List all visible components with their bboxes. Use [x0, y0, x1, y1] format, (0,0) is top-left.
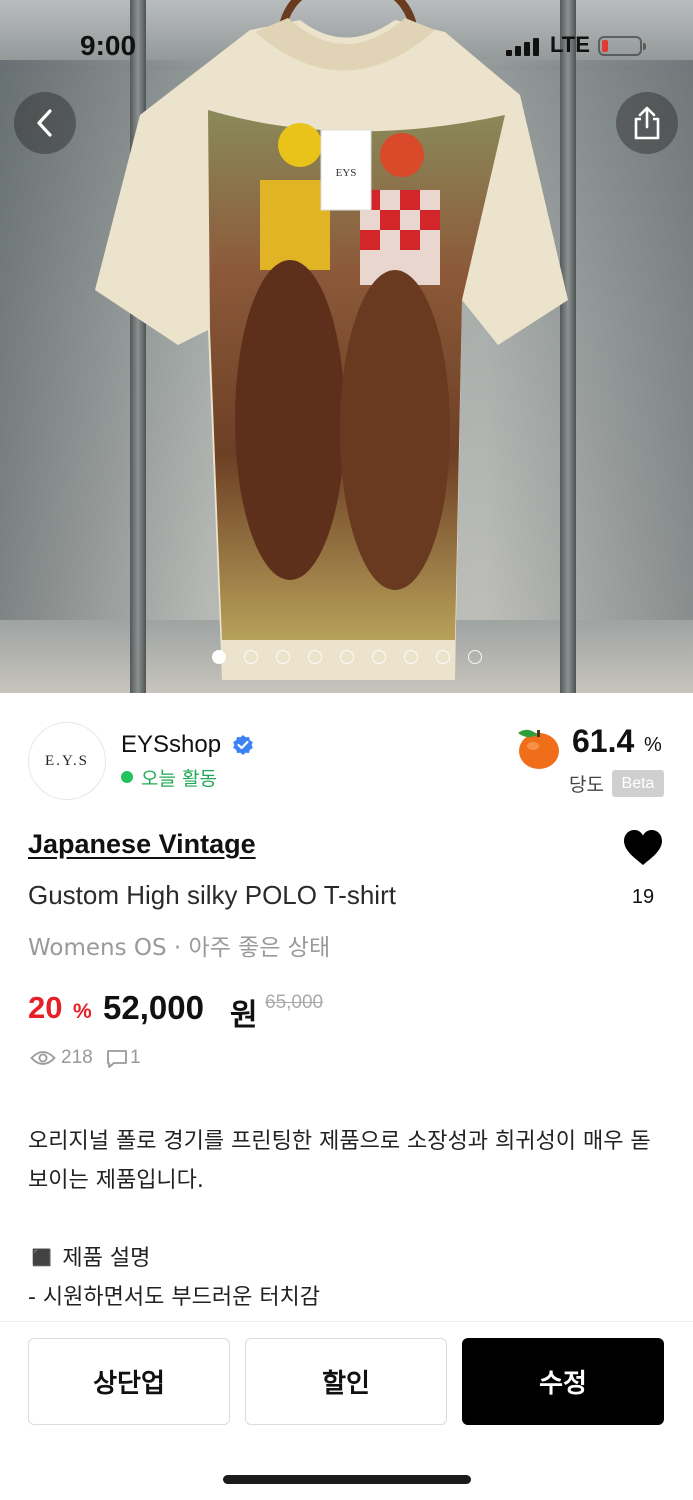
comment-count: 1 [130, 1047, 141, 1068]
sweetness-score: 61.4 [572, 723, 635, 759]
page-dot[interactable] [212, 650, 226, 664]
bump-button[interactable]: 상단업 [28, 1338, 230, 1425]
like-count: 19 [631, 886, 655, 908]
page-dot[interactable] [468, 650, 482, 664]
discount-unit: % [73, 1000, 92, 1023]
seller-activity: 오늘 활동 [141, 768, 217, 790]
status-time: 9:00 [80, 30, 137, 61]
page-dot[interactable] [244, 650, 258, 664]
tangerine-icon [518, 729, 559, 769]
home-indicator [223, 1475, 471, 1484]
view-count: 218 [61, 1047, 93, 1068]
seller-name[interactable]: EYSshop [121, 731, 221, 759]
gallery-pagination [0, 650, 693, 666]
battery-icon [598, 36, 646, 56]
share-icon [634, 106, 660, 140]
product-meta: Womens OS · 아주 좋은 상태 [28, 935, 331, 961]
discount-button[interactable]: 할인 [245, 1338, 447, 1425]
product-image-gallery[interactable]: EYS 9:00 LTE [0, 0, 693, 693]
page-dot[interactable] [372, 650, 386, 664]
brand-link[interactable]: Japanese Vintage [28, 829, 256, 860]
product-title: Gustom High silky POLO T-shirt [28, 880, 396, 910]
beta-badge: Beta [612, 770, 664, 797]
page-dot[interactable] [276, 650, 290, 664]
share-button[interactable] [616, 92, 678, 154]
signal-icon [506, 38, 539, 56]
discount-rate: 20 [28, 990, 63, 1025]
activity-indicator [121, 771, 133, 783]
original-price: 65,000 [265, 992, 324, 1013]
avatar-text: E.Y.S [45, 752, 89, 769]
sale-price: 52,000 [103, 989, 204, 1026]
page-dot[interactable] [436, 650, 450, 664]
product-photo-shirt: EYS [95, 18, 568, 680]
price-unit: 원 [230, 998, 258, 1033]
sweetness-unit: % [644, 734, 662, 756]
back-button[interactable] [14, 92, 76, 154]
status-bar: 9:00 LTE [0, 0, 693, 92]
page-dot[interactable] [308, 650, 322, 664]
like-button[interactable] [622, 829, 664, 872]
heart-icon [624, 830, 662, 865]
page-dot[interactable] [340, 650, 354, 664]
verified-badge-icon [233, 735, 253, 755]
page-dot[interactable] [404, 650, 418, 664]
bottom-action-bar: 상단업 할인 수정 [0, 1321, 693, 1500]
comment-icon [107, 1050, 127, 1068]
description-text: 오리지널 폴로 경기를 프린팅한 제품으로 소장성과 희귀성이 매우 돋 보이는… [28, 1129, 651, 1310]
product-description: 오리지널 폴로 경기를 프린팅한 제품으로 소장성과 희귀성이 매우 돋 보이는… [28, 1122, 668, 1322]
seller-avatar[interactable]: E.Y.S [28, 722, 106, 800]
sweetness-label: 당도 [569, 774, 604, 796]
edit-button[interactable]: 수정 [462, 1338, 664, 1425]
eye-icon [30, 1051, 56, 1065]
hang-tag-text: EYS [336, 167, 357, 179]
network-label: LTE [550, 32, 590, 57]
chevron-left-icon [37, 109, 52, 137]
